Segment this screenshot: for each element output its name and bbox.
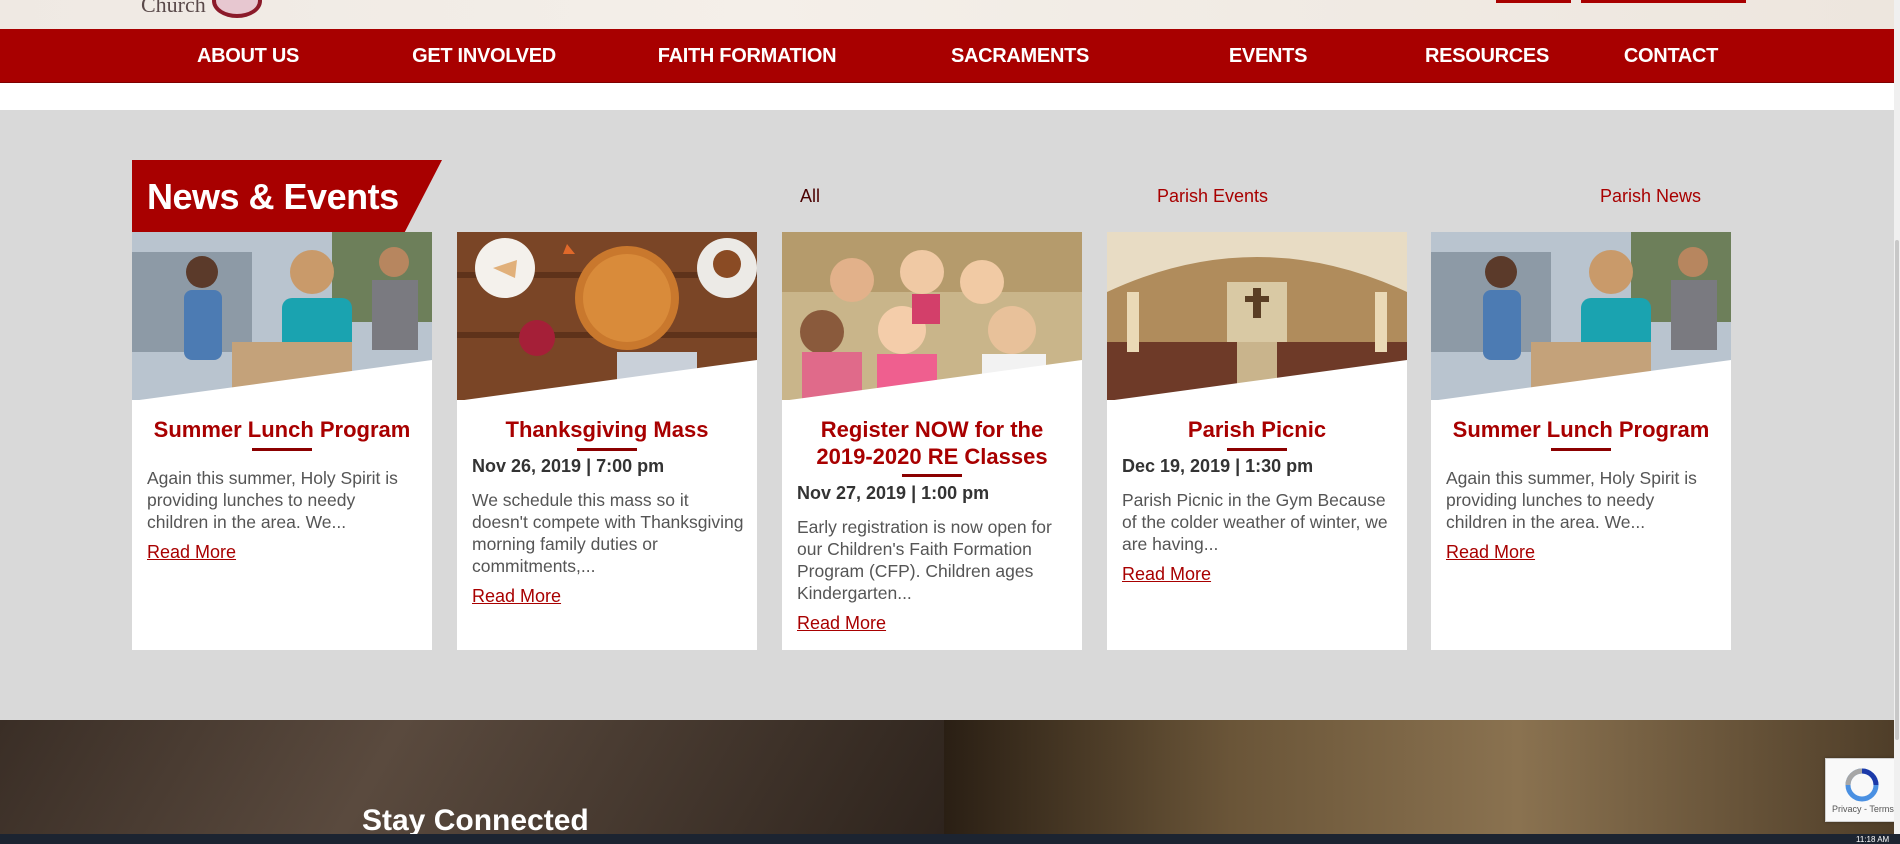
read-more-link[interactable]: Read More [1122,564,1211,585]
recaptcha-icon [1845,768,1879,802]
card-title[interactable]: Thanksgiving Mass [467,416,747,443]
title-divider [902,474,962,477]
nav-item-sacraments[interactable]: SACRAMENTS [951,29,1089,83]
card-excerpt: Parish Picnic in the Gym Because of the … [1122,490,1388,554]
os-taskbar [0,834,1900,844]
nav-item-get-involved[interactable]: GET INVOLVED [412,29,556,83]
main-navigation: ABOUT US GET INVOLVED FAITH FORMATION SA… [0,29,1900,83]
nav-item-about-us[interactable]: ABOUT US [197,29,299,83]
filter-all[interactable]: All [800,186,820,207]
nav-item-contact[interactable]: CONTACT [1624,29,1718,83]
logo-text[interactable]: Church [141,0,206,18]
news-heading: News & Events [147,176,399,217]
title-divider [252,448,312,451]
card-excerpt: Early registration is now open for our C… [797,517,1052,603]
card-date: Nov 27, 2019 | 1:00 pm [797,483,990,503]
news-card: Summer Lunch Program Again this summer, … [132,232,432,650]
card-title[interactable]: Register NOW for the 2019-2020 RE Classe… [792,416,1072,470]
card-date: Dec 19, 2019 | 1:30 pm [1122,456,1314,476]
stay-connected-section: Stay Connected [0,720,1900,834]
read-more-link[interactable]: Read More [147,542,236,563]
read-more-link[interactable]: Read More [797,613,886,634]
page-scrollbar-thumb[interactable] [1895,240,1899,740]
stay-connected-heading: Stay Connected [362,804,589,834]
read-more-link[interactable]: Read More [472,586,561,607]
title-divider [1227,448,1287,451]
card-title[interactable]: Summer Lunch Program [142,416,422,443]
title-divider [577,448,637,451]
nav-item-resources[interactable]: RESOURCES [1425,29,1549,83]
card-title[interactable]: Summer Lunch Program [1441,416,1721,443]
header-button-a[interactable] [1496,0,1571,3]
card-excerpt: We schedule this mass so it doesn't comp… [472,490,744,576]
header-spacer [0,84,1900,110]
logo-icon[interactable] [212,0,262,18]
read-more-link[interactable]: Read More [1446,542,1535,563]
news-card: Summer Lunch Program Again this summer, … [1431,232,1731,650]
church-altar-photo [944,720,1900,834]
nav-item-events[interactable]: EVENTS [1229,29,1308,83]
filter-parish-events[interactable]: Parish Events [1157,186,1268,207]
recaptcha-terms[interactable]: Privacy - Terms [1832,804,1894,814]
nav-item-faith-formation[interactable]: FAITH FORMATION [658,29,837,83]
header-strip: Church [0,0,1900,29]
card-excerpt: Again this summer, Holy Spirit is provid… [147,468,398,532]
card-title[interactable]: Parish Picnic [1117,416,1397,443]
card-excerpt: Again this summer, Holy Spirit is provid… [1446,468,1697,532]
news-card: Thanksgiving Mass Nov 26, 2019 | 7:00 pm… [457,232,757,650]
news-card: Parish Picnic Dec 19, 2019 | 1:30 pm Par… [1107,232,1407,650]
card-date: Nov 26, 2019 | 7:00 pm [472,456,665,476]
filter-parish-news[interactable]: Parish News [1600,186,1701,207]
news-card: Register NOW for the 2019-2020 RE Classe… [782,232,1082,650]
header-button-b[interactable] [1581,0,1746,3]
title-divider [1551,448,1611,451]
taskbar-clock: 11:18 AM [1856,835,1890,844]
